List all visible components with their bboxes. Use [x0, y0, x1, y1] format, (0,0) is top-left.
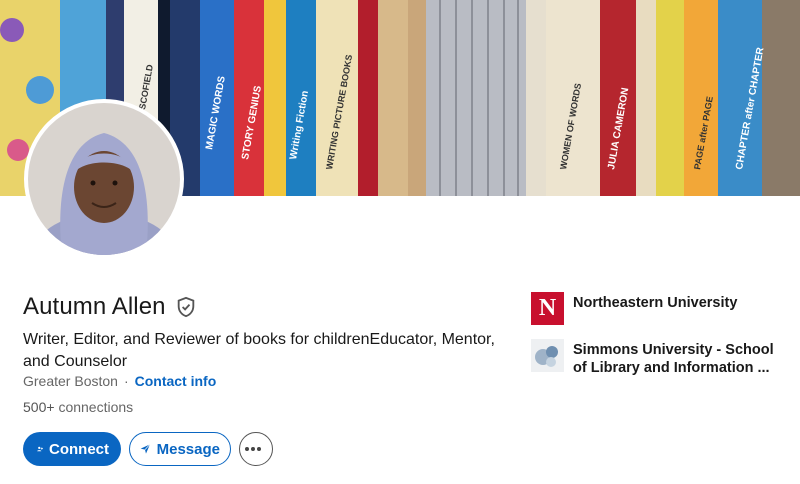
- connect-label: Connect: [49, 440, 109, 458]
- connections-number: 500+: [23, 399, 55, 415]
- profile-headline: Writer, Editor, and Reviewer of books fo…: [23, 331, 495, 370]
- more-options-button[interactable]: [239, 432, 273, 466]
- profile-location: Greater Boston: [23, 373, 118, 389]
- verified-shield-icon[interactable]: [175, 296, 197, 318]
- education-name: Northeastern University: [573, 295, 738, 311]
- education-name: Simmons University - School of Library a…: [573, 342, 774, 376]
- message-button[interactable]: Message: [129, 432, 231, 466]
- simmons-logo-icon: [531, 339, 564, 372]
- add-person-icon: [37, 446, 43, 452]
- profile-name: Autumn Allen: [23, 293, 166, 320]
- connections-count: 500+ connections: [23, 399, 133, 415]
- connections-label: connections: [58, 399, 134, 415]
- education-item[interactable]: N Northeastern University: [531, 292, 791, 325]
- contact-info-link[interactable]: Contact info: [135, 373, 217, 389]
- more-icon: [245, 447, 261, 451]
- connect-button[interactable]: Connect: [23, 432, 121, 466]
- separator-dot: ·: [123, 373, 129, 389]
- profile-photo[interactable]: [24, 99, 184, 259]
- education-list: N Northeastern University Simmons Univer…: [531, 292, 791, 391]
- education-item[interactable]: Simmons University - School of Library a…: [531, 339, 791, 377]
- send-icon: [140, 444, 151, 454]
- avatar-image: [28, 103, 180, 255]
- northeastern-logo-icon: N: [531, 292, 564, 325]
- message-label: Message: [156, 440, 220, 458]
